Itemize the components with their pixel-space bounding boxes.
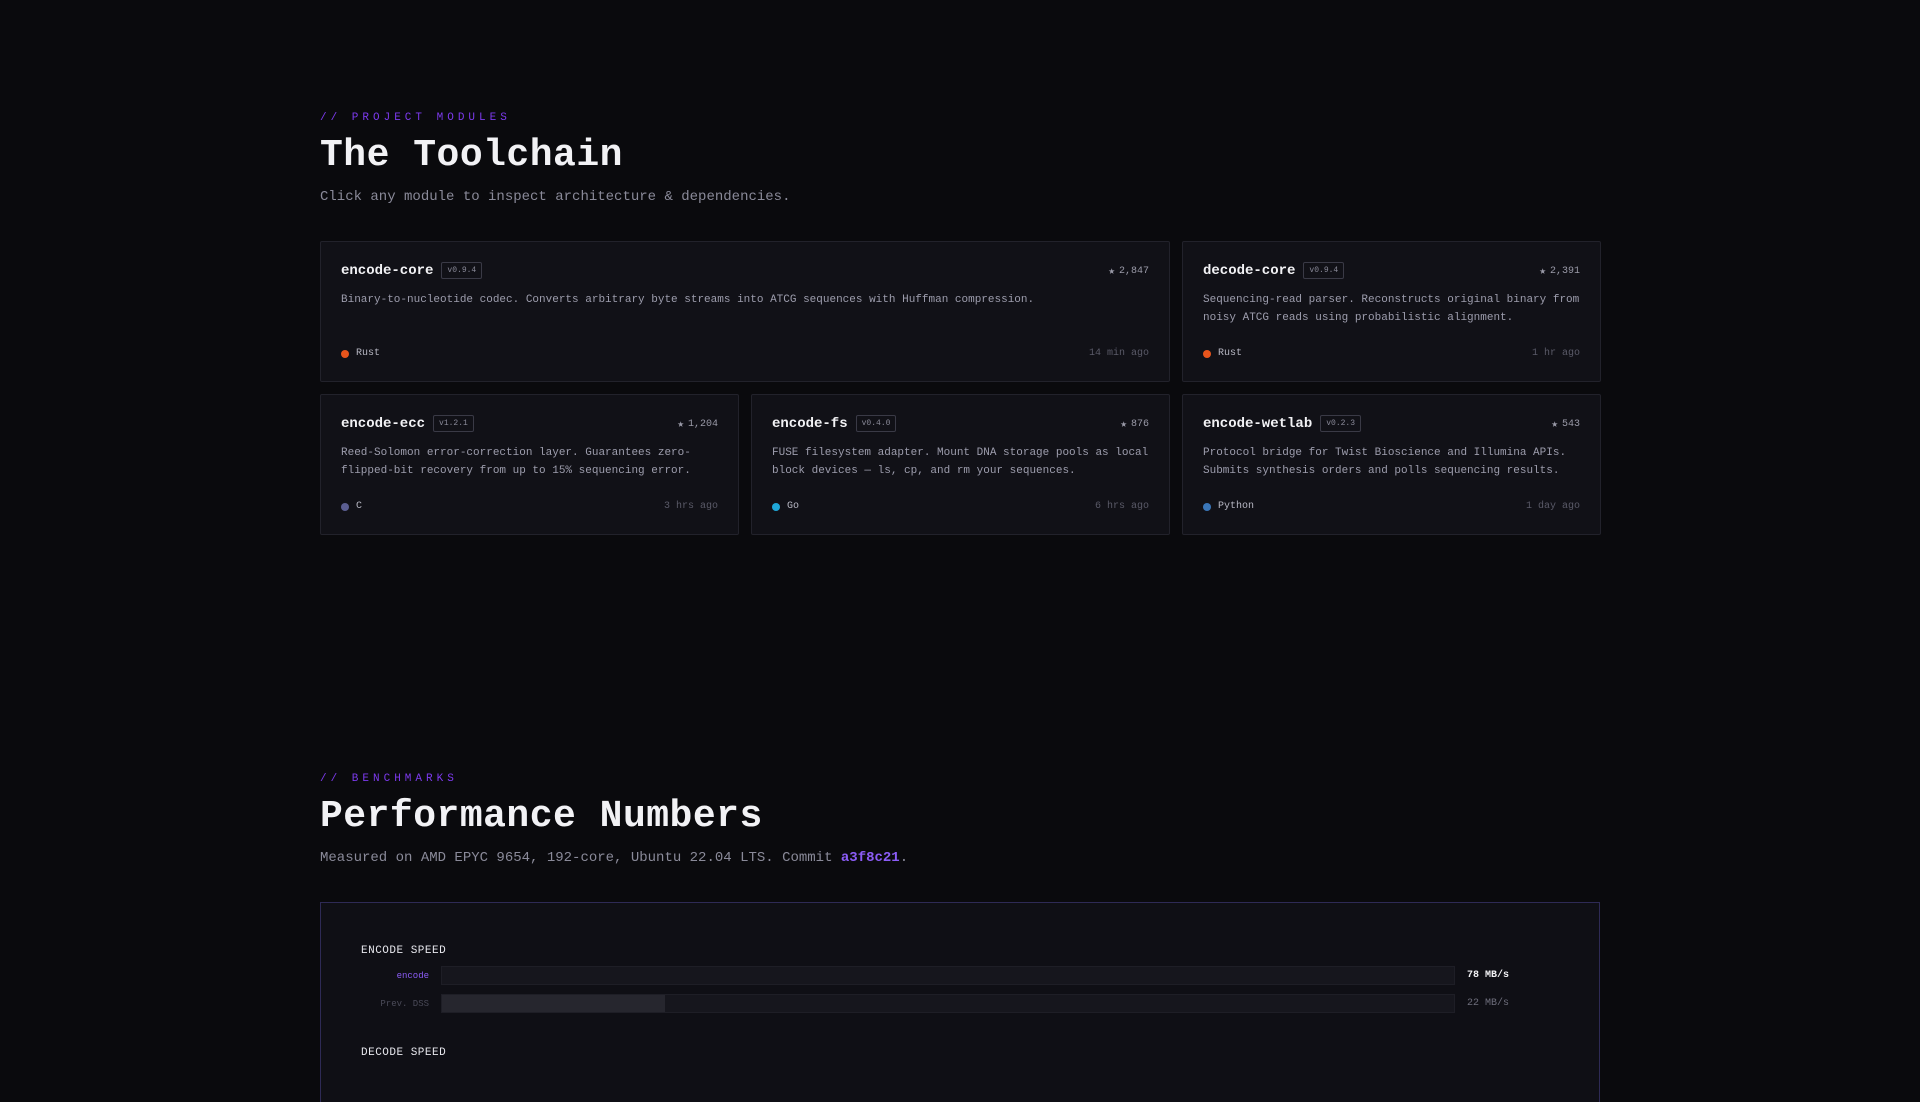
bar-fill [442, 995, 665, 1012]
star-count: ★ 1,204 [677, 417, 718, 432]
bar-label: Prev. DSS [380, 998, 429, 1009]
star-count: ★ 2,847 [1108, 264, 1149, 279]
language-label: Python [1218, 501, 1255, 512]
version-badge: v0.4.0 [855, 415, 897, 432]
benchmark-panel: ENCODE SPEED encode 78 MB/s Prev. DSS 22… [320, 902, 1600, 1102]
module-description: FUSE filesystem adapter. Mount DNA stora… [772, 447, 1149, 477]
language-label: Rust [1218, 348, 1243, 359]
language-tag: Go [772, 501, 799, 512]
star-count: ★ 543 [1551, 417, 1580, 432]
star-icon: ★ [1551, 419, 1558, 431]
star-count-value: 1,204 [687, 418, 718, 430]
star-icon: ★ [1120, 419, 1127, 431]
module-card-encode-fs[interactable]: encode-fs v0.4.0 ★ 876 FUSE filesystem a… [751, 394, 1170, 535]
modules-eyebrow: // PROJECT MODULES [320, 112, 511, 124]
bar-label: encode [396, 970, 429, 981]
language-tag: Python [1203, 501, 1254, 512]
bar-track [441, 966, 1455, 985]
bar-row-encode: encode 78 MB/s [361, 966, 1559, 985]
module-name: decode-core [1203, 262, 1296, 279]
module-card-encode-core[interactable]: encode-core v0.9.4 ★ 2,847 Binary-to-nuc… [320, 241, 1170, 382]
subtitle-text: Measured on AMD EPYC 9654, 192-core, Ubu… [320, 850, 841, 866]
bar-fill [442, 967, 1454, 984]
metric-title-decode: DECODE SPEED [361, 1047, 447, 1059]
star-count-value: 543 [1561, 418, 1580, 430]
module-description: Reed-Solomon error-correction layer. Gua… [341, 447, 691, 477]
benchmarks-title: Performance Numbers [320, 795, 763, 838]
star-count: ★ 2,391 [1539, 264, 1580, 279]
benchmarks-eyebrow: // BENCHMARKS [320, 773, 458, 785]
bar-track [441, 994, 1455, 1013]
language-dot-icon [1203, 502, 1211, 511]
language-label: Rust [356, 348, 381, 359]
module-description: Sequencing-read parser. Reconstructs ori… [1203, 294, 1580, 324]
module-grid: encode-core v0.9.4 ★ 2,847 Binary-to-nuc… [320, 241, 1601, 535]
language-dot-icon [772, 502, 780, 511]
benchmarks-subtitle: Measured on AMD EPYC 9654, 192-core, Ubu… [320, 850, 1600, 866]
star-count: ★ 876 [1120, 417, 1149, 432]
language-dot-icon [341, 349, 349, 358]
metric-title-encode: ENCODE SPEED [361, 945, 447, 957]
module-name: encode-wetlab [1203, 415, 1313, 432]
module-card-encode-ecc[interactable]: encode-ecc v1.2.1 ★ 1,204 Reed-Solomon e… [320, 394, 739, 535]
bar-value: 78 MB/s [1467, 970, 1510, 981]
language-label: C [356, 501, 363, 512]
language-tag: Rust [341, 348, 380, 359]
version-badge: v1.2.1 [433, 415, 474, 432]
star-count-value: 2,391 [1549, 265, 1580, 277]
updated-time: 6 hrs ago [1094, 501, 1149, 512]
version-badge: v0.9.4 [1303, 262, 1345, 279]
subtitle-suffix: . [899, 850, 909, 866]
language-label: Go [787, 501, 800, 512]
benchmarks-section: // BENCHMARKS Performance Numbers Measur… [320, 773, 1600, 1102]
module-name: encode-fs [772, 415, 848, 432]
modules-title: The Toolchain [320, 134, 623, 177]
star-icon: ★ [1539, 266, 1546, 278]
module-card-decode-core[interactable]: decode-core v0.9.4 ★ 2,391 Sequencing-re… [1182, 241, 1601, 382]
language-tag: C [341, 501, 362, 512]
updated-time: 14 min ago [1088, 348, 1149, 359]
star-icon: ★ [677, 419, 684, 431]
bar-value: 22 MB/s [1467, 998, 1510, 1009]
version-badge: v0.2.3 [1320, 415, 1362, 432]
language-tag: Rust [1203, 348, 1242, 359]
star-count-value: 2,847 [1118, 265, 1149, 277]
star-count-value: 876 [1130, 418, 1149, 430]
module-description: Binary-to-nucleotide codec. Converts arb… [341, 294, 1035, 306]
updated-time: 1 day ago [1525, 501, 1580, 512]
module-name: encode-ecc [341, 415, 426, 432]
module-description: Protocol bridge for Twist Bioscience and… [1203, 447, 1567, 477]
language-dot-icon [341, 502, 349, 511]
updated-time: 1 hr ago [1531, 348, 1580, 359]
bar-row-prev-dss: Prev. DSS 22 MB/s [361, 994, 1559, 1013]
language-dot-icon [1203, 349, 1211, 358]
module-card-encode-wetlab[interactable]: encode-wetlab v0.2.3 ★ 543 Protocol brid… [1182, 394, 1601, 535]
version-badge: v0.9.4 [441, 262, 483, 279]
star-icon: ★ [1108, 266, 1115, 278]
modules-subtitle: Click any module to inspect architecture… [320, 189, 791, 205]
commit-link[interactable]: a3f8c21 [841, 850, 900, 866]
updated-time: 3 hrs ago [663, 501, 718, 512]
modules-section: // PROJECT MODULES The Toolchain Click a… [320, 112, 1601, 535]
module-name: encode-core [341, 262, 434, 279]
